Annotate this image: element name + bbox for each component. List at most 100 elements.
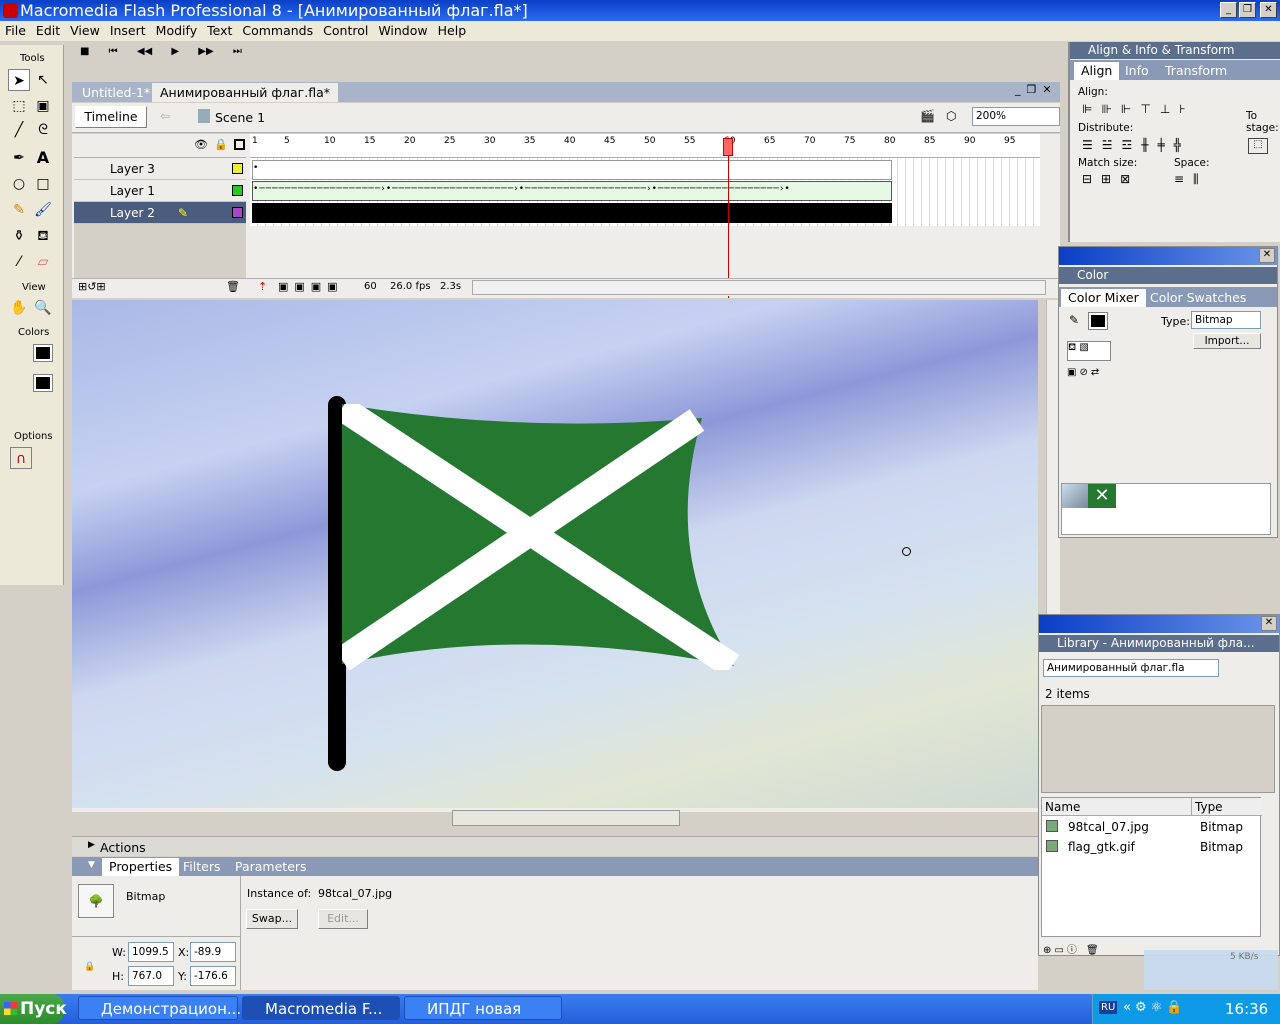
hand-tool-icon[interactable]: ✋	[8, 297, 30, 319]
library-item-name[interactable]: 98tcal_07.jpg	[1068, 820, 1149, 834]
menu-edit[interactable]: Edit	[31, 21, 65, 40]
to-stage-button[interactable]: ⬚	[1248, 138, 1268, 154]
eye-icon[interactable]: 👁	[194, 138, 208, 151]
onion-skin-icons[interactable]: ▣▣▣▣	[278, 280, 344, 293]
stage-hscroll-thumb[interactable]	[452, 810, 680, 826]
transform-point-icon[interactable]	[902, 547, 911, 556]
tab-properties[interactable]: Properties	[102, 858, 180, 876]
tab-transform[interactable]: Transform	[1158, 62, 1234, 80]
menu-view[interactable]: View	[65, 21, 105, 40]
color-panel-close-icon[interactable]: ✕	[1259, 248, 1275, 263]
lock-icon[interactable]: 🔒	[214, 138, 228, 151]
actions-bar[interactable]: ▶ Actions	[72, 836, 1038, 856]
add-layer-icon[interactable]: ⊞↺⊞	[78, 280, 106, 293]
layer-row-3[interactable]: Layer 3	[74, 158, 246, 180]
stroke-color-swatch[interactable]	[33, 344, 53, 362]
menu-control[interactable]: Control	[318, 21, 373, 40]
library-item-name[interactable]: flag_gtk.gif	[1068, 840, 1135, 854]
outline-icon[interactable]	[234, 139, 245, 150]
start-button[interactable]: Пуск	[0, 994, 67, 1024]
rewind-icon[interactable]: ⏮	[109, 46, 118, 57]
edit-button[interactable]: Edit...	[318, 909, 368, 929]
swap-button[interactable]: Swap...	[246, 909, 298, 929]
x-field[interactable]: -89.9	[190, 942, 236, 962]
bitmap-swatch-list[interactable]: ✕	[1061, 483, 1271, 535]
fill-type-select[interactable]: Bitmap	[1191, 311, 1261, 329]
match-size-icons[interactable]: ⊟⊞⊠	[1082, 172, 1139, 186]
line-tool-icon[interactable]: ╱	[8, 119, 30, 141]
timeline-toggle-button[interactable]: Timeline	[75, 106, 147, 128]
back-arrow-icon[interactable]: ⇦	[160, 109, 170, 123]
tray-icons[interactable]: «⚙⚛🔒	[1123, 1000, 1186, 1015]
library-doc-select[interactable]: Анимированный флаг.fla	[1043, 659, 1219, 677]
taskbar-item-folder[interactable]: ИПДГ новая	[404, 996, 562, 1020]
doc-window-buttons[interactable]: _❐✕	[1015, 83, 1058, 96]
width-field[interactable]: 1099.5	[128, 942, 174, 962]
center-frame-icon[interactable]: ⇡	[258, 280, 267, 293]
snap-magnet-icon[interactable]: ∩	[10, 447, 32, 469]
library-title[interactable]: Library - Анимированный фла...	[1039, 635, 1279, 652]
col-type-header[interactable]: Type	[1192, 798, 1262, 816]
stroke-pencil-icon[interactable]: ✎	[1069, 313, 1079, 327]
tab-info[interactable]: Info	[1118, 62, 1156, 80]
language-indicator[interactable]: RU	[1099, 1001, 1118, 1014]
menu-commands[interactable]: Commands	[237, 21, 318, 40]
taskbar-item-word[interactable]: Демонстрацион...	[78, 996, 241, 1020]
y-field[interactable]: -176.6	[190, 966, 236, 986]
subselect-tool-icon[interactable]: ↖	[32, 69, 54, 91]
align-icons[interactable]: ⊫⊪⊩⊤⊥⊦	[1082, 102, 1195, 116]
distribute-icons[interactable]: ☰☱☲╫╪╬	[1082, 138, 1190, 152]
doc-tab-untitled[interactable]: Untitled-1*	[76, 84, 156, 102]
oval-tool-icon[interactable]: ○	[8, 173, 30, 195]
delete-layer-icon[interactable]: 🗑	[226, 280, 240, 293]
text-tool-icon[interactable]: A	[32, 147, 54, 169]
fill-color-swatch[interactable]	[33, 374, 53, 392]
layer-row-2[interactable]: Layer 2 ✎	[74, 202, 246, 224]
rectangle-tool-icon[interactable]: □	[32, 173, 54, 195]
ink-bottle-icon[interactable]: ⚱	[8, 225, 30, 247]
stop-icon[interactable]: ■	[80, 46, 89, 57]
pencil-tool-icon[interactable]: ✎	[8, 199, 30, 221]
library-close-icon[interactable]: ✕	[1261, 616, 1277, 631]
pen-tool-icon[interactable]: ✒	[8, 147, 30, 169]
play-icon[interactable]: ▶	[171, 46, 179, 57]
stage[interactable]	[72, 300, 1038, 812]
tab-parameters[interactable]: Parameters	[228, 858, 314, 876]
align-panel-title[interactable]: Align & Info & Transform	[1070, 42, 1280, 59]
eraser-icon[interactable]: ▱	[32, 251, 54, 273]
col-name-header[interactable]: Name	[1042, 798, 1192, 816]
timeline-hscroll[interactable]	[472, 280, 1046, 295]
taskbar-item-flash[interactable]: Macromedia F...	[242, 996, 400, 1020]
end-icon[interactable]: ⏭	[233, 46, 242, 57]
edit-scene-icon[interactable]: ⬡	[946, 109, 956, 123]
menu-insert[interactable]: Insert	[105, 21, 151, 40]
arrow-tool-icon[interactable]: ➤	[8, 69, 30, 91]
restore-button[interactable]: ❐	[1239, 2, 1256, 18]
brush-tool-icon[interactable]: 🖌	[32, 199, 54, 221]
free-transform-icon[interactable]: ⬚	[8, 95, 30, 117]
space-icons[interactable]: ≡⫼	[1174, 172, 1208, 187]
library-footer-icons[interactable]: ⊕▭ⓘ 🗑	[1043, 941, 1102, 956]
tab-color-mixer[interactable]: Color Mixer	[1061, 289, 1146, 307]
playhead[interactable]	[728, 138, 729, 298]
menu-window[interactable]: Window	[373, 21, 432, 40]
doc-tab-active[interactable]: Анимированный флаг.fla*	[152, 83, 338, 102]
tab-filters[interactable]: Filters	[176, 858, 227, 876]
step-forward-icon[interactable]: ▶▶	[198, 46, 213, 57]
paint-bucket-icon[interactable]: ⛾	[32, 225, 54, 247]
gradient-transform-icon[interactable]: ▣	[32, 95, 54, 117]
tab-align[interactable]: Align	[1074, 62, 1120, 80]
fill-bitmap-swatch[interactable]: ⛾ ▧	[1067, 341, 1111, 361]
lasso-tool-icon[interactable]: ᘓ	[32, 119, 54, 141]
height-field[interactable]: 767.0	[128, 966, 174, 986]
zoom-select[interactable]: 200%	[972, 107, 1060, 126]
menu-modify[interactable]: Modify	[151, 21, 202, 40]
edit-symbol-icon[interactable]: 🎬	[920, 109, 935, 123]
color-panel-title[interactable]: Color	[1059, 267, 1277, 284]
eyedropper-icon[interactable]: ⁄	[8, 251, 30, 273]
mixer-stroke-swatch[interactable]	[1088, 312, 1108, 330]
zoom-tool-icon[interactable]: 🔍	[32, 297, 54, 319]
minimize-button[interactable]: _	[1220, 2, 1237, 18]
tab-color-swatches[interactable]: Color Swatches	[1143, 289, 1253, 307]
import-button[interactable]: Import...	[1193, 333, 1261, 349]
